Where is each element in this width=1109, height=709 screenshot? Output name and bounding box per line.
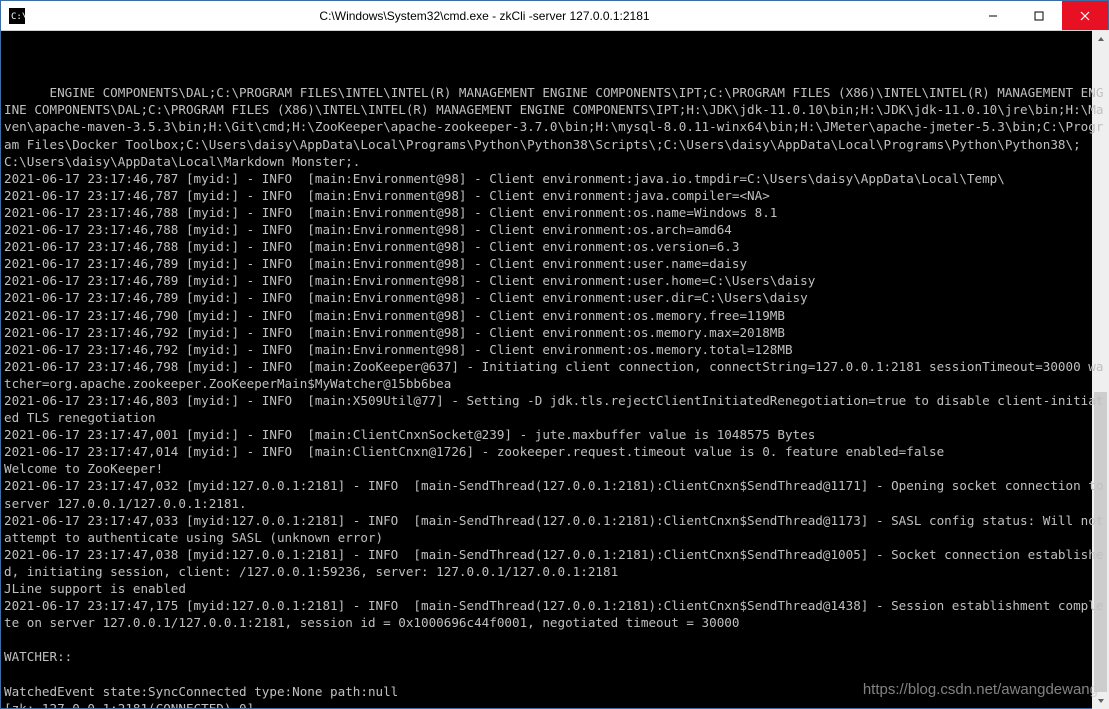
terminal-line: 2021-06-17 23:17:46,790 [myid:] - INFO [… xyxy=(4,307,1105,324)
terminal-line: 2021-06-17 23:17:46,789 [myid:] - INFO [… xyxy=(4,255,1105,272)
svg-text:C:\: C:\ xyxy=(11,12,25,22)
maximize-button[interactable] xyxy=(1016,1,1062,30)
terminal-line: 2021-06-17 23:17:46,792 [myid:] - INFO [… xyxy=(4,341,1105,358)
window-controls xyxy=(970,1,1108,30)
terminal-line: 2021-06-17 23:17:46,788 [myid:] - INFO [… xyxy=(4,204,1105,221)
terminal-line: WatchedEvent state:SyncConnected type:No… xyxy=(4,683,1105,700)
terminal-line: 2021-06-17 23:17:46,788 [myid:] - INFO [… xyxy=(4,221,1105,238)
terminal-line: WATCHER:: xyxy=(4,648,1105,665)
terminal-area[interactable]: ENGINE COMPONENTS\DAL;C:\PROGRAM FILES\I… xyxy=(1,31,1108,708)
terminal-line: 2021-06-17 23:17:47,038 [myid:127.0.0.1:… xyxy=(4,546,1105,580)
terminal-line: 2021-06-17 23:17:46,787 [myid:] - INFO [… xyxy=(4,187,1105,204)
terminal-log: 2021-06-17 23:17:46,787 [myid:] - INFO [… xyxy=(4,170,1105,700)
close-icon xyxy=(1080,11,1090,21)
scroll-up-button[interactable] xyxy=(1092,30,1109,47)
terminal-line: 2021-06-17 23:17:47,033 [myid:127.0.0.1:… xyxy=(4,512,1105,546)
cmd-window: C:\ C:\Windows\System32\cmd.exe - zkCli … xyxy=(0,0,1109,709)
terminal-line: Welcome to ZooKeeper! xyxy=(4,460,1105,477)
terminal-line: 2021-06-17 23:17:47,014 [myid:] - INFO [… xyxy=(4,443,1105,460)
terminal-line: 2021-06-17 23:17:46,792 [myid:] - INFO [… xyxy=(4,324,1105,341)
minimize-button[interactable] xyxy=(970,1,1016,30)
terminal-line xyxy=(4,631,1105,648)
terminal-line: JLine support is enabled xyxy=(4,580,1105,597)
window-title: C:\Windows\System32\cmd.exe - zkCli -ser… xyxy=(1,9,968,23)
terminal-line: 2021-06-17 23:17:46,789 [myid:] - INFO [… xyxy=(4,289,1105,306)
terminal-line: 2021-06-17 23:17:46,803 [myid:] - INFO [… xyxy=(4,392,1105,426)
terminal-line: 2021-06-17 23:17:46,788 [myid:] - INFO [… xyxy=(4,238,1105,255)
terminal-path-block: ENGINE COMPONENTS\DAL;C:\PROGRAM FILES\I… xyxy=(4,85,1103,168)
terminal-line: 2021-06-17 23:17:46,798 [myid:] - INFO [… xyxy=(4,358,1105,392)
terminal-line: 2021-06-17 23:17:46,787 [myid:] - INFO [… xyxy=(4,170,1105,187)
terminal-line: 2021-06-17 23:17:47,175 [myid:127.0.0.1:… xyxy=(4,597,1105,631)
terminal-line: 2021-06-17 23:17:46,789 [myid:] - INFO [… xyxy=(4,272,1105,289)
close-button[interactable] xyxy=(1062,1,1108,30)
terminal-line: 2021-06-17 23:17:47,032 [myid:127.0.0.1:… xyxy=(4,477,1105,511)
titlebar[interactable]: C:\ C:\Windows\System32\cmd.exe - zkCli … xyxy=(1,1,1108,31)
terminal-line: 2021-06-17 23:17:47,001 [myid:] - INFO [… xyxy=(4,426,1105,443)
minimize-icon xyxy=(988,11,998,21)
maximize-icon xyxy=(1034,11,1044,21)
terminal-prompt: [zk: 127.0.0.1:2181(CONNECTED) 0] xyxy=(4,701,262,708)
chevron-up-icon xyxy=(1097,35,1105,43)
terminal-line xyxy=(4,665,1105,682)
cmd-icon: C:\ xyxy=(9,8,25,24)
